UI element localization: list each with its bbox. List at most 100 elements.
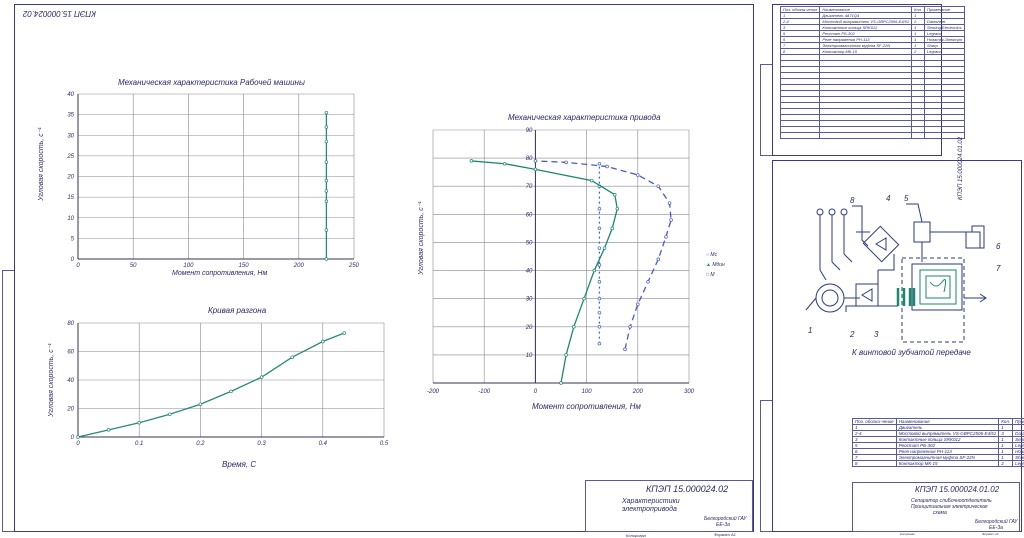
chart1-xtick: 150 bbox=[239, 263, 250, 269]
callout-1: 1 bbox=[808, 326, 812, 335]
chart3-xtick: 200 bbox=[632, 389, 644, 395]
schematic-caption: К винтовой зубчатой передаче bbox=[852, 348, 971, 357]
chart2-ytick: 60 bbox=[67, 350, 74, 356]
callout-7: 7 bbox=[996, 264, 1000, 273]
chart2-series-point bbox=[321, 340, 324, 343]
chart2-series-point bbox=[107, 428, 110, 431]
table-row: 8Контактор МК-152Legrand bbox=[853, 461, 1024, 467]
chart3-series-point bbox=[560, 382, 563, 385]
chart3-series-point bbox=[565, 161, 568, 164]
sheet2-stamp-code: КПЭП 15.000024.01.02 bbox=[915, 485, 999, 494]
chart3-title: Механическая характеристика привода bbox=[508, 113, 661, 122]
sheet2-corner-code: КПЭП 15.000024.01.02 bbox=[958, 137, 964, 200]
sheet2-stamp-title2: Принципиальная электрическая bbox=[911, 504, 988, 510]
callout-4: 4 bbox=[886, 194, 890, 203]
chart3-series-point bbox=[590, 179, 593, 182]
chart3-series-point bbox=[598, 207, 601, 210]
chart3-series-point bbox=[503, 162, 506, 165]
spec-sheet-table: Поз. обозна-чениеНаименованиеКол.Примеча… bbox=[780, 6, 965, 139]
chart3-xtick: 300 bbox=[684, 389, 695, 395]
chart1-ytick: 5 bbox=[71, 236, 75, 242]
chart1-series-point bbox=[325, 200, 328, 203]
chart1-title: Механическая характеристика Рабочей маши… bbox=[118, 78, 305, 87]
chart2-ytick: 20 bbox=[66, 407, 74, 413]
chart3-series-point bbox=[598, 227, 601, 230]
sheet1-stamp-title2: электропривода bbox=[622, 506, 677, 513]
chart3-series-point bbox=[598, 325, 601, 328]
spec-sheet-binding-strip bbox=[760, 64, 772, 156]
sheet2-stamp-org2: ЕЕ-3а bbox=[989, 525, 1003, 531]
chart3-series-point bbox=[603, 247, 606, 250]
table-row-empty bbox=[781, 133, 965, 139]
sheet1-stamp-org2: ЕЕ-3а bbox=[716, 522, 730, 528]
chart1-ytick: 15 bbox=[67, 195, 74, 201]
chart1-series-point bbox=[325, 190, 328, 193]
chart3-series-point bbox=[598, 264, 601, 267]
chart3-series-point bbox=[606, 165, 609, 168]
chart1-xlabel: Момент сопротивления, Нм bbox=[172, 270, 267, 277]
chart2-xtick: 0.4 bbox=[319, 441, 328, 447]
chart2-xtick: 0.3 bbox=[257, 441, 266, 447]
chart1-series-point bbox=[325, 229, 328, 232]
sheet2-spec-cell: Новатек-Электро bbox=[1013, 449, 1024, 455]
sheet2-spec-header-0: Поз. обозна-чение bbox=[853, 419, 897, 425]
chart3-ytick: 40 bbox=[526, 269, 533, 275]
chart3-series-point bbox=[598, 247, 601, 250]
chart3-series-point bbox=[572, 325, 575, 328]
chart1-xtick: 0 bbox=[76, 263, 80, 269]
chart3-series-point bbox=[624, 348, 627, 351]
spec-sheet-cell: Мостовой выпрямитель VS-GBPC2506-E4/51 bbox=[820, 19, 912, 25]
chart2-series-line-0 bbox=[78, 333, 344, 437]
chart2-xtick: 0 bbox=[76, 441, 80, 447]
sheet2-stamp-title3: схема bbox=[933, 510, 947, 516]
chart3-series-point bbox=[598, 162, 601, 165]
chart1-ytick: 35 bbox=[67, 113, 74, 119]
chart3-series-point bbox=[598, 311, 601, 314]
chart3-ytick: 50 bbox=[526, 240, 533, 246]
chart2-ytick: 0 bbox=[71, 435, 75, 441]
sheet2-spec-cell: Мостовой выпрямитель VS-GBPC2506-E4/51 bbox=[896, 431, 999, 437]
chart1-xtick: 100 bbox=[183, 263, 194, 269]
chart1-xtick: 50 bbox=[130, 263, 137, 269]
sheet2-stamp-copy: Копировал bbox=[900, 532, 915, 536]
chart3-series-point bbox=[598, 342, 601, 345]
chart2-xtick: 0.5 bbox=[380, 441, 389, 447]
callout-2: 2 bbox=[850, 330, 854, 339]
chart2-xlabel: Время, С bbox=[222, 460, 256, 469]
chart3-ytick: 90 bbox=[526, 128, 533, 134]
chart3-series-point bbox=[670, 219, 673, 222]
sheet1-stamp-copy: Копировал bbox=[626, 533, 646, 538]
chart3-xtick: -200 bbox=[427, 389, 440, 395]
chart2-title: Кривая разгона bbox=[208, 306, 266, 315]
sheet2-spec-cell: Datasheet bbox=[1013, 431, 1024, 437]
sheet2-spec-cell: 8 bbox=[853, 461, 897, 467]
chart3-series-point bbox=[613, 193, 616, 196]
chart2-series-point bbox=[230, 390, 233, 393]
chart2-series-point bbox=[138, 421, 141, 424]
legend-item-m: □ М bbox=[706, 272, 725, 278]
sheet2-spec-cell: 2 bbox=[999, 461, 1013, 467]
chart1-series-point bbox=[325, 179, 328, 182]
chart1-ylabel: Угловая скорость, с⁻¹ bbox=[37, 127, 45, 201]
chart2-series-point bbox=[291, 356, 294, 359]
chart3-ytick: 80 bbox=[526, 156, 533, 162]
sheet2-spec-cell: Legrand bbox=[1013, 461, 1024, 467]
chart3-ylabel: Угловая скорость, с⁻¹ bbox=[417, 201, 425, 275]
sheet2-spec-cell: Senring Electronics bbox=[1013, 437, 1024, 443]
chart1-ytick: 30 bbox=[67, 133, 74, 139]
chart3-ytick: 20 bbox=[525, 325, 533, 331]
chart3-ytick: 60 bbox=[526, 212, 533, 218]
chart1-series-point bbox=[325, 161, 328, 164]
chart3-series-point bbox=[636, 303, 639, 306]
sheet2-spec-header-3: Примечание bbox=[1013, 419, 1024, 425]
chart2-xtick: 0.2 bbox=[196, 441, 205, 447]
sheet1-title-block: КПЭП 15.000024.02 Характеристики электро… bbox=[585, 480, 753, 532]
chart1-xtick: 250 bbox=[348, 263, 360, 269]
chart2-series-point bbox=[260, 376, 263, 379]
callout-5: 5 bbox=[904, 194, 908, 203]
chart3-series-line-1 bbox=[471, 161, 617, 383]
chart3-ytick: 70 bbox=[526, 184, 533, 190]
chart1-ytick: 10 bbox=[67, 216, 74, 222]
chart3-series-point bbox=[636, 174, 639, 177]
chart3-xlabel: Момент сопротивления, Нм bbox=[532, 402, 641, 411]
